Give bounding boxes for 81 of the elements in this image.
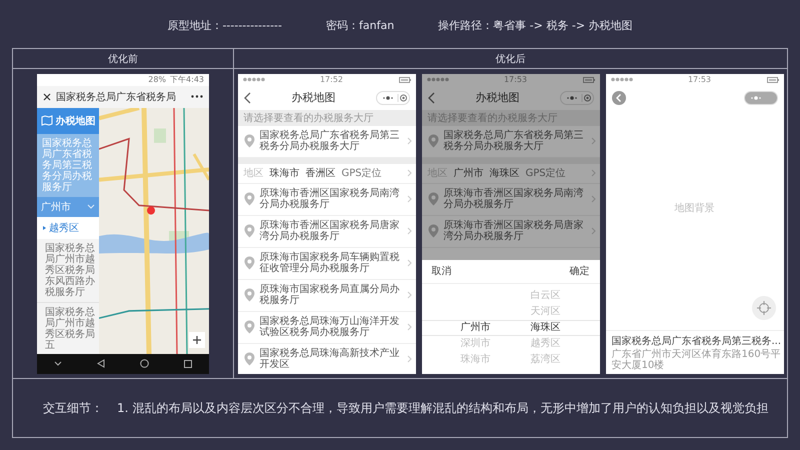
back-icon[interactable] [428, 92, 436, 104]
chevron-down-icon[interactable] [54, 361, 62, 366]
header-text: 原型地址：--------------- [167, 18, 282, 32]
hall-name: 国家税务总局广东省税务局第三税务... [612, 334, 782, 348]
location-pin-icon [244, 288, 254, 302]
column-header: 优化前 [13, 49, 234, 69]
header-text: 密码：fanfan [326, 18, 394, 32]
hall-list-item[interactable]: 原珠海市香洲区国家税务局南湾分局办税服务厅 [238, 184, 416, 216]
status-time: 17:53 [688, 75, 712, 84]
location-pin-icon [244, 256, 254, 270]
location-pin-icon [244, 134, 254, 148]
map-placeholder-label: 地图背景 [674, 202, 714, 214]
signal-icon [426, 77, 448, 82]
location-pin-icon [428, 224, 438, 238]
plus-icon [193, 336, 201, 344]
chevron-right-icon [406, 259, 412, 267]
chevron-right-icon [590, 137, 596, 145]
confirm-button[interactable]: 确定 [568, 262, 592, 280]
chevron-right-icon [590, 195, 596, 203]
chevron-right-icon [590, 169, 596, 177]
location-pin-icon [428, 134, 438, 148]
hall-address: 广东省广州市天河区体育东路160号平安大厦10楼 [612, 348, 782, 370]
location-pin-icon [244, 320, 254, 334]
note-text: 1. 混乱的布局以及内容层次区分不合理，导致用户需要理解混乱的结构和布局，无形中增加了用户的认知负担以及视觉负担 [117, 400, 768, 416]
cancel-button[interactable]: 取消 [430, 262, 454, 280]
hall-list-item[interactable]: 原珠海市香洲区国家税务局唐家湾分局办税服务厅 [238, 216, 416, 248]
status-time: 17:52 [320, 75, 344, 84]
chevron-right-icon [406, 195, 412, 203]
chevron-right-icon [590, 227, 596, 235]
region-selector[interactable]: 地区 珠海市 香洲区 GPS定位 [238, 164, 416, 184]
back-icon[interactable] [612, 90, 626, 104]
map-icon [40, 115, 52, 126]
battery-icon [766, 76, 778, 82]
recents-square-icon[interactable] [184, 360, 192, 368]
city-selector[interactable]: 广州市 [37, 196, 99, 216]
page-title: 国家税务总局广东省税务局 [56, 90, 177, 104]
chevron-right-icon [406, 355, 412, 363]
page-title: 办税地图 [476, 90, 520, 105]
location-pin-icon [244, 192, 254, 206]
close-icon[interactable] [43, 92, 51, 100]
picker-option[interactable]: 广州市 [460, 320, 490, 336]
capsule-menu-icon[interactable] [560, 90, 594, 104]
home-circle-icon[interactable] [140, 359, 149, 368]
page-title: 办税地图 [292, 90, 336, 105]
location-pin-icon [244, 224, 254, 238]
zoom-in-button[interactable] [189, 332, 205, 348]
crosshair-icon [756, 300, 770, 314]
header-text: 操作路径：粤省事 -> 税务 -> 办税地图 [438, 18, 633, 32]
chevron-down-icon [87, 204, 95, 209]
signal-icon [610, 77, 632, 82]
more-icon[interactable] [191, 95, 203, 98]
hall-list-item[interactable]: 原珠海市香洲区国家税务局唐家湾分局办税服务厅 [422, 216, 600, 248]
chevron-right-icon [406, 137, 412, 145]
hall-list-item[interactable]: 原珠海市香洲区国家税务局南湾分局办税服务厅 [422, 184, 600, 216]
district-item[interactable]: 越秀区 [37, 216, 99, 238]
column-header: 优化后 [234, 49, 787, 69]
chevron-right-icon [406, 323, 412, 331]
hall-list-item[interactable]: 国家税务总局珠海高新技术产业开发区 [238, 344, 416, 374]
back-triangle-icon[interactable] [97, 359, 106, 368]
location-pin-icon [244, 352, 254, 366]
chevron-right-icon [406, 169, 412, 177]
section-hint: 请选择要查看的办税服务大厅 [238, 110, 416, 126]
capsule-menu-icon[interactable] [376, 90, 410, 104]
status-time: 下午4:43 [170, 74, 204, 85]
signal-icon [242, 77, 264, 82]
locate-button[interactable] [752, 296, 776, 320]
hall-list-item[interactable]: 国家税务总局珠海万山海洋开发试验区税务局办税服务厅 [238, 312, 416, 344]
status-battery: 28% [148, 75, 166, 84]
battery-icon [582, 76, 594, 82]
chevron-right-icon [406, 227, 412, 235]
hall-list-item[interactable]: 原珠海市国家税务局直属分局办税服务厅 [238, 280, 416, 312]
notes-label: 交互细节： [43, 400, 103, 416]
back-icon[interactable] [244, 92, 252, 104]
chevron-right-icon [406, 291, 412, 299]
status-time: 17:53 [504, 75, 528, 84]
battery-icon [398, 76, 410, 82]
location-pin-icon [428, 192, 438, 206]
hall-list-item[interactable]: 原珠海市国家税务局车辆购置税征收管理分局办税服务厅 [238, 248, 416, 280]
bullet-icon [43, 226, 46, 230]
picker-option[interactable]: 海珠区 [530, 320, 560, 336]
sidebar-header: 办税地图 [37, 108, 99, 134]
